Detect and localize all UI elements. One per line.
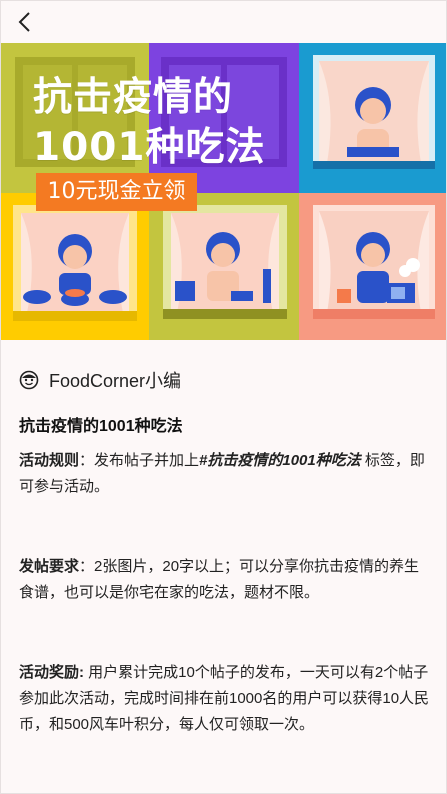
banner-title: 抗击疫情的 1001种吃法 bbox=[33, 75, 266, 170]
smiley-face-icon bbox=[19, 370, 39, 390]
top-bar bbox=[1, 1, 446, 43]
author-row[interactable]: FoodCorner小编 bbox=[19, 367, 181, 393]
rules-text-before: ：发布帖子并加上 bbox=[79, 452, 200, 469]
post-title: 抗击疫情的1001种吃法 bbox=[19, 418, 183, 435]
back-button[interactable] bbox=[15, 10, 35, 34]
cash-reward-badge: 10元现金立领 bbox=[36, 173, 197, 211]
author-name: FoodCorner小编 bbox=[49, 371, 182, 391]
page: 抗击疫情的 1001种吃法 10元现金立领 FoodCorner小编 抗击疫情的… bbox=[0, 0, 447, 794]
requirements-paragraph: 发帖要求：2张图片，20字以上；可以分享你抗击疫情的养生食谱，也可以是你宅在家的… bbox=[19, 554, 431, 606]
hashtag-link[interactable]: #抗击疫情的1001种吃法 bbox=[199, 452, 361, 469]
requirements-label: 发帖要求 bbox=[19, 558, 80, 575]
rewards-paragraph: 活动奖励: 用户累计完成10个帖子的发布，一天可以有2个帖子参加此次活动，完成时… bbox=[19, 660, 431, 738]
chevron-left-icon bbox=[18, 12, 30, 32]
rules-paragraph: 活动规则：发布帖子并加上#抗击疫情的1001种吃法 标签，即可参与活动。 bbox=[19, 448, 431, 500]
rewards-label: 活动奖励: bbox=[19, 664, 84, 681]
campaign-banner[interactable]: 抗击疫情的 1001种吃法 10元现金立领 bbox=[1, 43, 446, 340]
requirements-text: ：2张图片，20字以上；可以分享你抗击疫情的养生食谱，也可以是你宅在家的吃法，题… bbox=[19, 558, 420, 601]
rules-label: 活动规则 bbox=[19, 452, 80, 469]
